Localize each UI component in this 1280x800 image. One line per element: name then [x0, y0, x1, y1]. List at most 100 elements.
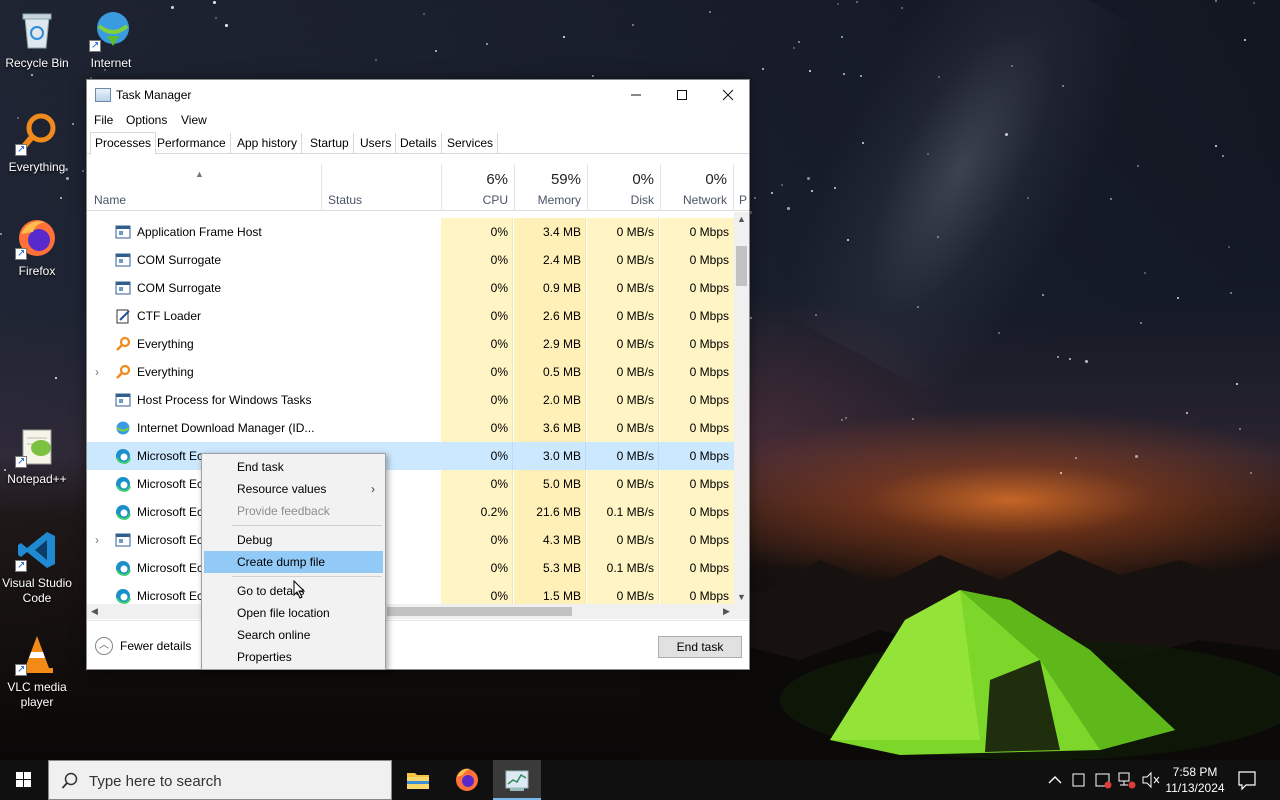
vertical-scrollbar[interactable]: ▲ ▼: [734, 212, 749, 604]
menu-item-create-dump-file[interactable]: Create dump file: [204, 551, 383, 573]
window-title: Task Manager: [116, 88, 192, 102]
scroll-up-icon[interactable]: ▲: [734, 214, 749, 224]
column-disk[interactable]: Disk: [589, 193, 654, 207]
table-row[interactable]: Internet Download Manager (ID... 0% 3.6 MB…: [87, 414, 734, 442]
internet-download-manager-desktop-icon[interactable]: Internet Download: [73, 8, 149, 71]
scroll-down-icon[interactable]: ▼: [734, 592, 749, 602]
cpu-value: 0%: [490, 477, 508, 491]
table-row[interactable]: › Everything 0% 0.5 MB 0 MB/s 0 Mbps: [87, 358, 734, 386]
menu-view[interactable]: View: [181, 113, 207, 127]
column-status[interactable]: Status: [328, 193, 362, 207]
table-row[interactable]: Microsoft Ec 0% 5.0 MB 0 MB/s 0 Mbps: [87, 470, 734, 498]
tab-processes[interactable]: Processes: [90, 132, 157, 155]
table-row[interactable]: › Microsoft Ec 0% 4.3 MB 0 MB/s 0 Mbps: [87, 526, 734, 554]
column-network[interactable]: Network: [662, 193, 727, 207]
column-power-partial[interactable]: P: [739, 193, 749, 207]
search-placeholder: Type here to search: [89, 773, 222, 790]
volume-muted-icon[interactable]: [1141, 760, 1161, 800]
vlc-desktop-icon[interactable]: VLC media player: [0, 632, 75, 710]
notifications-icon[interactable]: [1236, 760, 1258, 800]
recycle-bin-icon: [15, 8, 59, 52]
table-row[interactable]: Application Frame Host 0% 3.4 MB 0 MB/s 0 Mb…: [87, 218, 734, 246]
notepad-plus-plus-desktop-icon[interactable]: Notepad++: [0, 424, 75, 487]
idm-tray-icon[interactable]: [1094, 760, 1112, 800]
tab-app-history[interactable]: App history: [233, 133, 303, 154]
taskbar-firefox[interactable]: [443, 760, 491, 800]
taskbar-search-box[interactable]: Type here to search: [48, 760, 392, 800]
menu-item-search-online[interactable]: Search online: [204, 624, 383, 646]
table-row[interactable]: Microsoft Ec 0.2% 21.6 MB 0.1 MB/s 0 Mbps: [87, 498, 734, 526]
process-name: Microsoft Ec: [137, 477, 204, 491]
table-row[interactable]: Host Process for Windows Tasks 0% 2.0 MB 0 …: [87, 386, 734, 414]
column-memory[interactable]: Memory: [516, 193, 581, 207]
column-name[interactable]: Name: [94, 193, 126, 207]
desktop-icon-label: Firefox: [18, 264, 56, 278]
show-hidden-icons-chevron-icon[interactable]: [1046, 760, 1064, 800]
table-row[interactable]: Microsoft Ec 0% 5.3 MB 0.1 MB/s 0 Mbps: [87, 554, 734, 582]
close-button[interactable]: [705, 80, 751, 110]
disk-value: 0.1 MB/s: [606, 505, 654, 519]
star: [750, 317, 752, 319]
disk-value: 0 MB/s: [616, 309, 654, 323]
star: [1236, 383, 1238, 385]
expand-chevron-icon[interactable]: ›: [95, 526, 99, 554]
scroll-right-icon[interactable]: ▶: [723, 604, 730, 619]
star: [937, 236, 939, 238]
menu-item-debug[interactable]: Debug: [204, 529, 383, 551]
star: [632, 24, 634, 26]
menu-item-properties[interactable]: Properties: [204, 646, 383, 668]
star: [1215, 145, 1217, 147]
end-task-button[interactable]: End task: [658, 636, 742, 658]
network-value: 0 Mbps: [689, 253, 729, 267]
vscode-desktop-icon[interactable]: Visual Studio Code: [0, 528, 75, 606]
network-icon[interactable]: [1117, 760, 1137, 800]
tray-app-icon[interactable]: [1070, 760, 1088, 800]
maximize-button[interactable]: [659, 80, 705, 110]
tab-startup[interactable]: Startup: [306, 133, 354, 154]
table-row[interactable]: Microsoft Ec 0% 1.5 MB 0 MB/s 0 Mbps: [87, 582, 734, 604]
memory-value: 2.0 MB: [542, 393, 581, 407]
system-clock[interactable]: 7:58 PM 11/13/2024: [1160, 764, 1230, 796]
menu-file[interactable]: File: [94, 113, 113, 127]
table-row[interactable]: Microsoft Ec 0% 3.0 MB 0 MB/s 0 Mbps: [87, 442, 734, 470]
tab-performance[interactable]: Performance: [153, 133, 231, 154]
tab-users[interactable]: Users: [356, 133, 397, 154]
table-row[interactable]: COM Surrogate 0% 0.9 MB 0 MB/s 0 Mbps: [87, 274, 734, 302]
edge-icon: [115, 504, 131, 521]
tab-services[interactable]: Services: [443, 133, 499, 154]
vertical-scroll-thumb[interactable]: [736, 246, 747, 286]
desktop-icon-label: Internet Download: [90, 56, 132, 70]
table-row[interactable]: CTF Loader 0% 2.6 MB 0 MB/s 0 Mbps: [87, 302, 734, 330]
horizontal-scroll-thumb[interactable]: [387, 607, 572, 616]
menu-item-resource-values[interactable]: Resource values ›: [204, 478, 383, 500]
title-bar[interactable]: Task Manager: [87, 80, 749, 110]
taskbar-task-manager[interactable]: [493, 760, 541, 800]
memory-value: 3.4 MB: [542, 225, 581, 239]
column-cpu[interactable]: CPU: [443, 193, 508, 207]
star: [1230, 292, 1232, 294]
desktop-icon-label: Visual Studio Code: [2, 576, 72, 605]
table-row[interactable]: Everything 0% 2.9 MB 0 MB/s 0 Mbps: [87, 330, 734, 358]
start-button[interactable]: [0, 760, 48, 800]
firefox-desktop-icon[interactable]: Firefox: [0, 216, 75, 279]
everything-desktop-icon[interactable]: Everything: [0, 112, 75, 175]
expand-chevron-icon[interactable]: ›: [95, 358, 99, 386]
menu-item-open-file-location[interactable]: Open file location: [204, 602, 383, 624]
fewer-details-button[interactable]: ︿ Fewer details: [95, 637, 191, 655]
menu-options[interactable]: Options: [126, 113, 167, 127]
shortcut-arrow-icon: [89, 38, 101, 53]
recycle-bin-desktop-icon[interactable]: Recycle Bin: [0, 8, 75, 71]
menu-item-end-task[interactable]: End task: [204, 456, 383, 478]
disk-value: 0 MB/s: [616, 393, 654, 407]
minimize-button[interactable]: [613, 80, 659, 110]
table-row[interactable]: COM Surrogate 0% 2.4 MB 0 MB/s 0 Mbps: [87, 246, 734, 274]
horizontal-scrollbar[interactable]: ◀ ▶: [87, 604, 749, 619]
shortcut-arrow-icon: [15, 454, 27, 469]
cpu-value: 0%: [490, 533, 508, 547]
submenu-arrow-icon: ›: [371, 482, 375, 496]
app-window-icon: [115, 252, 131, 268]
tab-details[interactable]: Details: [396, 133, 442, 154]
star: [787, 207, 790, 210]
taskbar-file-explorer[interactable]: [394, 760, 442, 800]
scroll-left-icon[interactable]: ◀: [91, 604, 98, 619]
